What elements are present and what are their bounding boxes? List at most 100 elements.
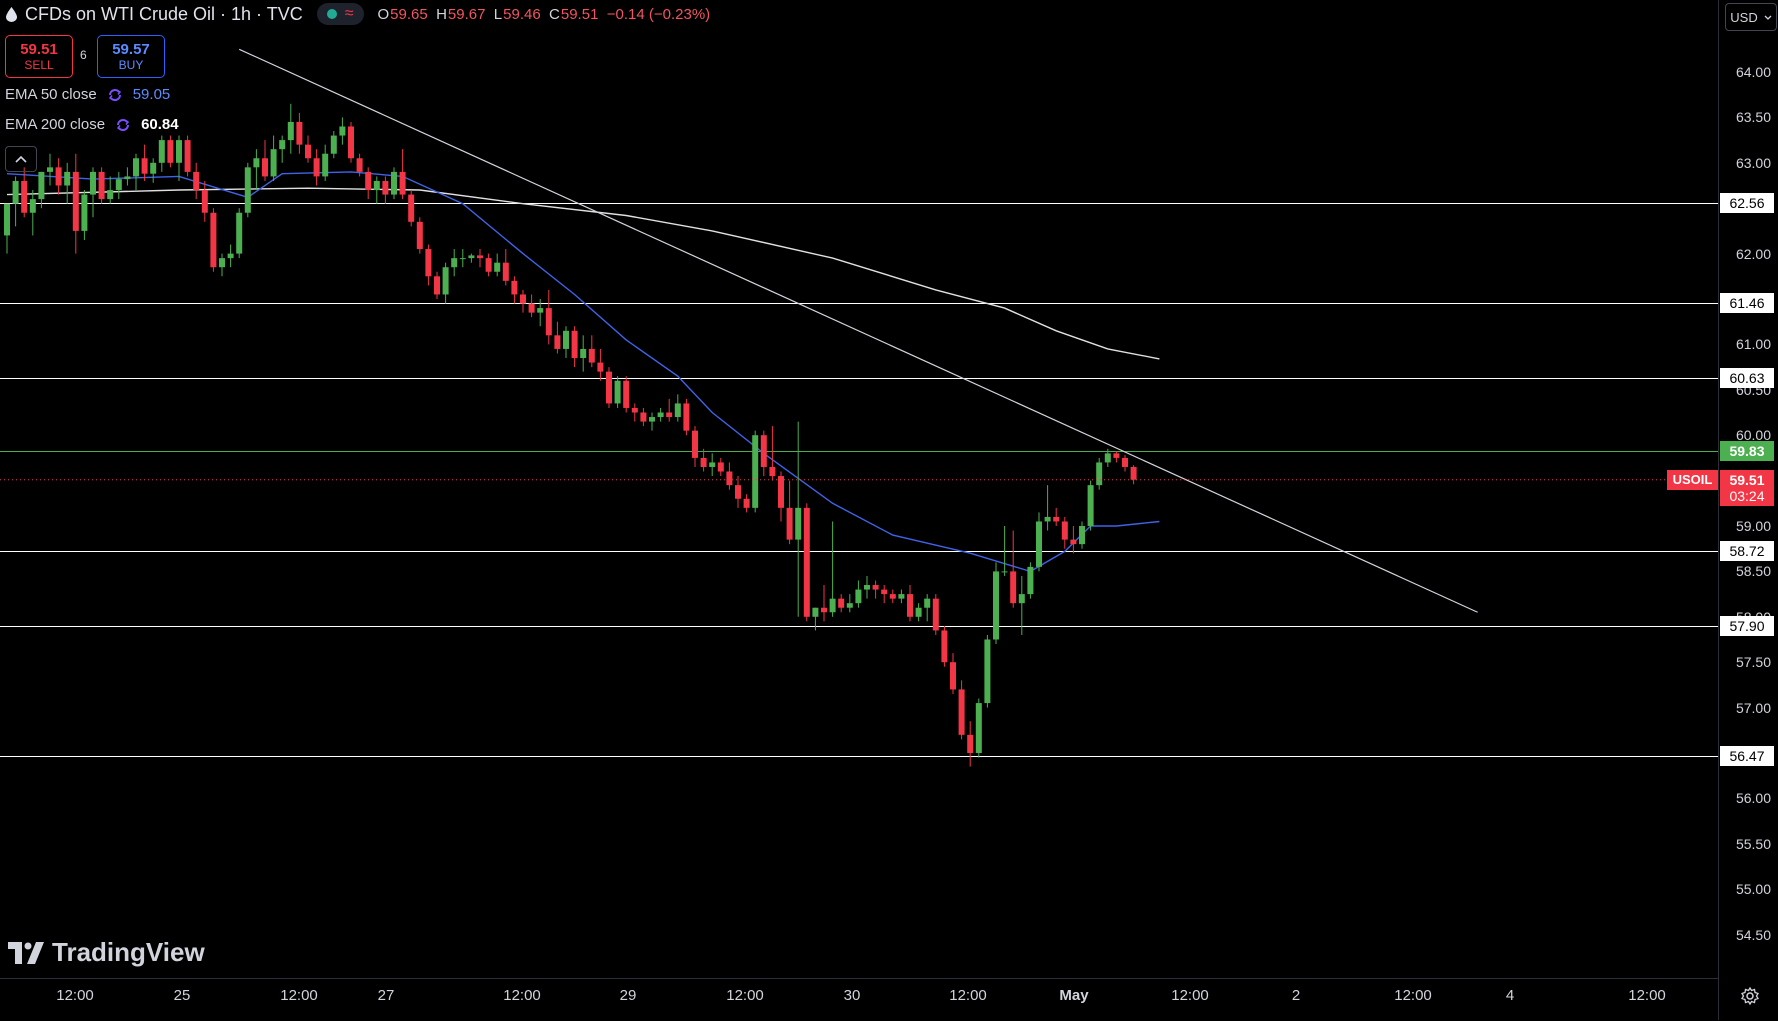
candle-body [98,171,105,200]
tradingview-logo[interactable]: TradingView [8,937,205,968]
price-tick-label: 57.50 [1735,654,1771,671]
price-tick-label: 56.00 [1735,790,1771,807]
candle-body [838,598,845,608]
candle-body [588,348,595,363]
time-tick-label: May [1059,987,1089,1004]
candle-body [563,330,569,349]
candle-body [717,462,724,472]
level-price-tag: 57.90 [1720,615,1774,636]
candle-body [795,507,802,540]
change-value: −0.14 (−0.23%) [606,5,711,23]
candle-body [864,585,870,590]
candle-body [511,280,518,295]
candle-body [537,308,544,313]
candle-body [631,407,638,413]
symbol-title[interactable]: CFDs on WTI Crude Oil · 1h · TVC [25,4,303,25]
candle-body [305,144,311,159]
chevron-up-icon [15,155,27,163]
indicator-label: EMA 200 close [5,116,106,133]
candle-body [210,212,217,268]
gear-icon[interactable] [1740,986,1760,1006]
candle-body [184,140,191,172]
current-price-tag: 59.51 03:24 [1720,469,1774,506]
candle-body [1087,485,1094,526]
candle-body [167,140,174,163]
candle-body [520,294,526,304]
candle-body [1053,516,1060,522]
level-price-tag: 61.46 [1720,292,1774,313]
candle-body [236,212,243,254]
candle-body [821,607,827,613]
candle-body [287,121,294,141]
candle-body [666,412,673,418]
sell-button[interactable]: 59.51 SELL [5,35,73,78]
candle-body [1079,526,1085,545]
candle-body [1001,571,1008,573]
chart-area[interactable]: CFDs on WTI Crude Oil · 1h · TVC ≈ O59.6… [0,0,1718,978]
candle-body [262,158,268,177]
price-tick-label: 54.50 [1735,926,1771,943]
indicator-ema50[interactable]: EMA 50 close 59.05 [5,86,170,103]
low-value: 59.46 [503,5,541,23]
candle-body [812,607,819,617]
candle-body [760,435,767,467]
price-tick-label: 59.00 [1735,518,1771,534]
candle-body [477,255,483,259]
buy-label: BUY [118,58,144,72]
candle-body [12,180,19,204]
price-chart[interactable] [0,0,1718,978]
candle-body [133,158,139,177]
candle-body [1044,516,1051,522]
level-price-tag: 58.72 [1720,541,1774,562]
indicator-ema200[interactable]: EMA 200 close 60.84 [5,116,179,133]
tradingview-logo-icon [8,941,44,964]
candle-body [692,430,698,458]
candle-body [468,255,475,259]
close-value: 59.51 [560,5,599,23]
candle-body [1010,571,1017,604]
candle-body [554,335,561,349]
price-axis[interactable]: USD 64.00 63.50 63.00 62.00 61.00 60.50 60.00 5… [1718,0,1778,1020]
candle-body [709,462,716,467]
sell-price: 59.51 [20,41,58,58]
collapse-legend-button[interactable] [5,146,37,172]
candle-body [846,603,853,608]
ohlc-values: O59.65 H59.67 L59.46 C59.51 −0.14 (−0.23… [378,6,711,23]
symbol-price-tag: USOIL [1667,469,1718,490]
candle-body [253,158,260,168]
price-tick-label: 55.50 [1735,835,1771,852]
time-tick-label: 12:00 [1628,987,1666,1004]
candle-body [967,734,974,753]
currency-label: USD [1730,9,1758,25]
time-tick-label: 2 [1291,987,1301,1004]
candle-body [270,149,277,177]
candle-body [4,203,10,236]
candle-body [408,194,415,222]
price-tick-label: 61.00 [1735,336,1771,353]
candle-body [657,412,664,418]
market-status-pill[interactable]: ≈ [316,3,364,25]
buy-price: 59.57 [112,41,150,58]
candle-body [898,594,905,599]
loading-spinner-icon [108,88,121,101]
price-tick-label: 55.00 [1735,881,1771,898]
currency-dropdown[interactable]: USD [1725,3,1777,31]
candle-body [743,498,750,508]
time-tick-label: 12:00 [1394,987,1432,1004]
candle-body [219,258,225,268]
candle-body [425,249,432,277]
candle-body [1027,566,1034,595]
candle-body [313,158,320,177]
open-value: 59.65 [390,5,428,23]
candle-body [752,435,759,508]
candle-body [735,485,741,499]
candle-body [623,380,630,408]
buy-button[interactable]: 59.57 BUY [97,35,165,78]
candle-body [115,179,122,191]
data-delay-icon: ≈ [344,5,354,22]
candle-body [373,180,380,191]
indicator-label: EMA 50 close [5,86,97,103]
candle-body [64,171,71,186]
ema200-line [6,187,1160,360]
time-tick-label: 30 [843,987,861,1004]
